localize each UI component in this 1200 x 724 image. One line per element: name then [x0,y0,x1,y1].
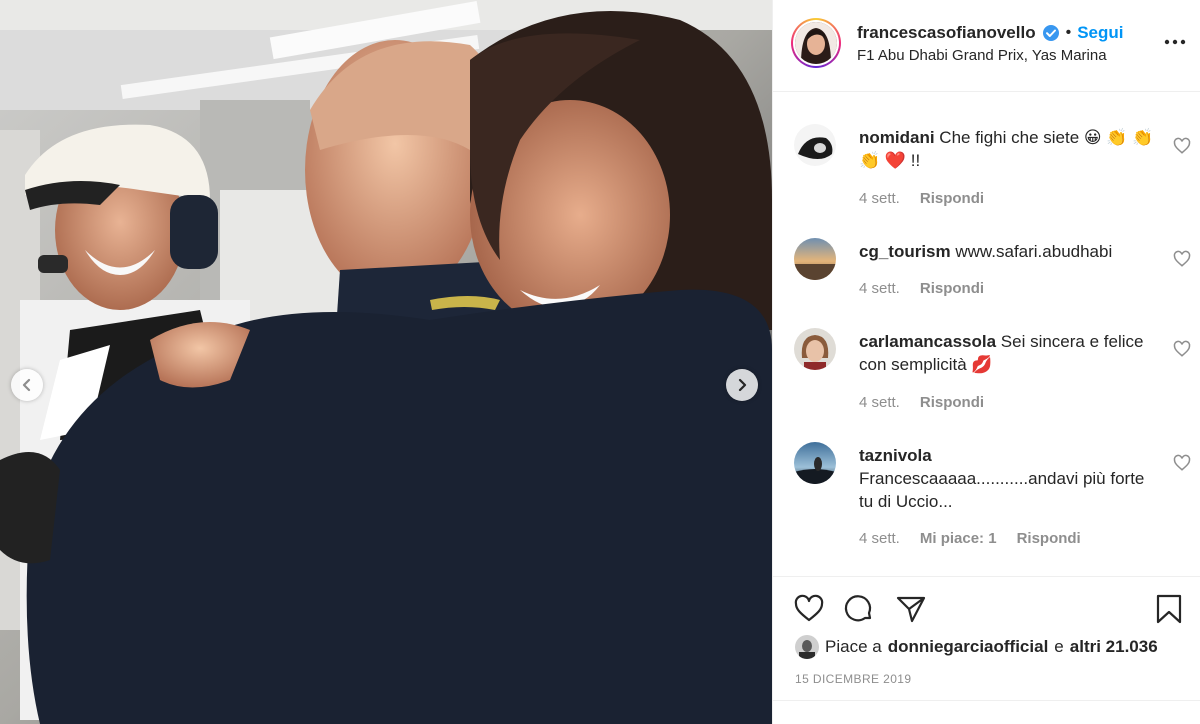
chevron-right-icon [738,378,747,392]
heart-icon[interactable] [793,593,825,625]
commenter-avatar-image [794,442,836,484]
more-options-icon [1164,39,1186,45]
post-photo [0,0,772,724]
commenter-username[interactable]: taznivola [859,446,932,465]
likes-prefix: Piace a [825,637,882,656]
commenter-avatar[interactable] [794,442,836,484]
comment-time[interactable]: 4 sett. [859,280,900,297]
comment-time[interactable]: 4 sett. [859,190,900,207]
comment-time[interactable]: 4 sett. [859,530,900,547]
likes-others-count[interactable]: altri 21.036 [1070,637,1158,657]
reply-button[interactable]: Rispondi [1017,530,1081,547]
comment-text: taznivola Francescaaaaa...........andavi… [859,444,1159,513]
comment-icon[interactable] [843,593,875,625]
liker-username[interactable]: donniegarciaofficial [888,637,1049,657]
post-actions: Piace a donniegarciaofficial e altri 21.… [773,576,1200,724]
comment-text: carlamancassola Sei sincera e felice con… [859,330,1159,376]
comment-meta: 4 sett. Rispondi [859,280,984,297]
header-separator: • [1065,24,1072,41]
comment-text: nomidani Che fighi che siete 😀 👏 👏 👏 ❤️ … [859,126,1159,172]
comment-meta: 4 sett. Rispondi [859,190,984,207]
comment-like-icon[interactable] [1173,340,1191,358]
liker-avatar-image [795,635,819,659]
author-avatar[interactable] [791,18,841,68]
comment-meta: 4 sett. Rispondi [859,394,984,411]
carousel-next-button[interactable] [726,369,758,401]
commenter-avatar-image [794,124,836,166]
comment-text: cg_tourism www.safari.abudhabi [859,240,1159,263]
post-media[interactable] [0,0,772,724]
bookmark-icon[interactable] [1153,593,1185,625]
more-options-button[interactable] [1163,30,1187,54]
post-side-panel: francescasofianovello • Segui F1 Abu Dha… [772,0,1200,724]
comment-meta: 4 sett. Mi piace: 1 Rispondi [859,530,1081,547]
likes-joiner: e [1054,637,1064,656]
commenter-avatar[interactable] [794,328,836,370]
reply-button[interactable]: Rispondi [920,190,984,207]
comment-likes-count[interactable]: Mi piace: 1 [920,530,997,547]
follow-button[interactable]: Segui [1077,23,1123,43]
comment-body: www.safari.abudhabi [955,242,1113,261]
verified-badge-icon [1042,25,1059,41]
comment-like-icon[interactable] [1173,454,1191,472]
comment-like-icon[interactable] [1173,250,1191,268]
commenter-avatar[interactable] [794,238,836,280]
comment-body: Francescaaaaa...........andavi più forte… [859,469,1145,511]
reply-button[interactable]: Rispondi [920,394,984,411]
instagram-post: francescasofianovello • Segui F1 Abu Dha… [0,0,1200,724]
commenter-avatar-image [794,238,836,280]
author-avatar-image [795,22,837,64]
add-comment-area[interactable] [773,700,1200,724]
paper-plane-icon[interactable] [895,593,927,625]
liker-avatar[interactable] [795,635,819,659]
author-username[interactable]: francescasofianovello [857,23,1036,43]
post-date[interactable]: 15 DICEMBRE 2019 [795,672,911,686]
commenter-username[interactable]: carlamancassola [859,332,996,351]
commenter-username[interactable]: cg_tourism [859,242,951,261]
post-header: francescasofianovello • Segui F1 Abu Dha… [773,0,1200,92]
reply-button[interactable]: Rispondi [920,280,984,297]
comment-time[interactable]: 4 sett. [859,394,900,411]
commenter-avatar[interactable] [794,124,836,166]
comment-like-icon[interactable] [1173,137,1191,155]
comments-list[interactable]: nomidani Che fighi che siete 😀 👏 👏 👏 ❤️ … [773,92,1200,576]
likes-summary: Piace a donniegarciaofficial e altri 21.… [795,635,1158,659]
commenter-avatar-image [794,328,836,370]
commenter-username[interactable]: nomidani [859,128,935,147]
header-title-row: francescasofianovello • Segui [857,23,1123,43]
carousel-prev-button[interactable] [11,369,43,401]
post-location[interactable]: F1 Abu Dhabi Grand Prix, Yas Marina [857,47,1107,64]
chevron-left-icon [22,378,31,392]
